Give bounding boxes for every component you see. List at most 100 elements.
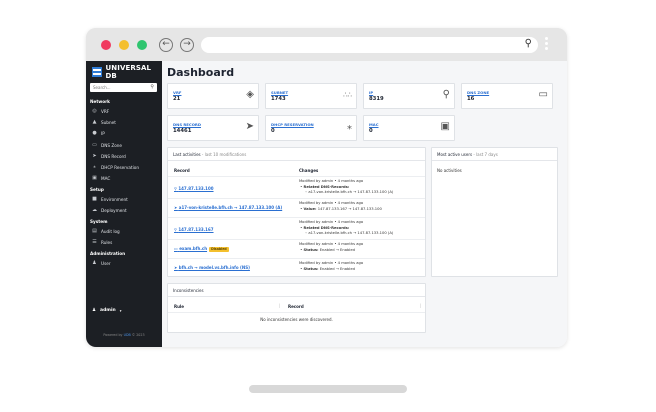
sidebar-item-label: User: [101, 260, 111, 266]
panel-subtitle: - last 7 days: [473, 152, 498, 157]
record-link[interactable]: ⚲ 147.87.133.167: [174, 227, 214, 232]
record-link[interactable]: ➤ a17-von-kristelle.bfh.ch → 147.87.133.…: [174, 205, 282, 210]
brand[interactable]: UNIVERSAL DB: [92, 64, 162, 80]
change-field: Related DNS-Records:: [303, 184, 350, 189]
stat-label[interactable]: DNS ZONE: [467, 90, 489, 95]
sidebar-item-audit-log[interactable]: ▤ Audit log: [92, 227, 120, 235]
table-row: ➤ a17-von-kristelle.bfh.ch → 147.87.133.…: [168, 198, 425, 217]
column-header-record[interactable]: Record: [288, 304, 304, 309]
network-icon: ▲: [92, 118, 97, 125]
stat-card-vrf[interactable]: VRF 21 ◈: [167, 83, 259, 109]
stat-label[interactable]: DHCP RESERVATION: [271, 122, 314, 127]
change-details: Modified by admin • 4 months ago • Value…: [299, 201, 382, 211]
column-header-changes[interactable]: Changes: [299, 168, 318, 173]
forward-arrow-icon[interactable]: →: [180, 38, 194, 52]
sidebar-footer: Powered by UDB © 2023: [86, 333, 162, 337]
stat-card-subnet[interactable]: SUBNET 1743 ∴∴: [265, 83, 357, 109]
sidebar-item-label: VRF: [101, 108, 110, 114]
footer-suffix: © 2023: [131, 333, 145, 337]
table-row: ⚲ 147.87.133.100 Modified by admin • 4 m…: [168, 176, 425, 198]
stat-label[interactable]: SUBNET: [271, 90, 288, 95]
sidebar-item-vrf[interactable]: ◎ VRF: [92, 107, 109, 115]
main-content: Dashboard VRF 21 ◈ SUBNET 1743 ∴∴ IP 831…: [162, 61, 567, 347]
user-menu[interactable]: ♟ admin ▾: [92, 308, 122, 313]
change-value: 147.87.133.167 → 147.87.133.100: [317, 206, 382, 211]
minimize-window-dot[interactable]: [119, 40, 129, 50]
kebab-menu-icon[interactable]: [545, 37, 549, 52]
box-icon: ■: [92, 195, 97, 202]
sidebar-item-label: Audit log: [101, 228, 120, 234]
panel-title: Most active users: [437, 152, 473, 157]
database-logo-icon: [92, 67, 102, 77]
close-window-dot[interactable]: [101, 40, 111, 50]
browser-toolbar: ← → ⚲: [86, 28, 567, 61]
record-link[interactable]: ⚲ 147.87.133.100: [174, 186, 214, 191]
sidebar-item-user[interactable]: ♟ User: [92, 259, 111, 267]
sidebar-item-ip[interactable]: ● IP: [92, 129, 104, 137]
column-header-record[interactable]: Record: [174, 168, 190, 173]
record-link[interactable]: ▭ exam.bfh.ch Disabled: [174, 246, 229, 252]
panel-title: Inconsistencies: [173, 288, 204, 293]
rules-icon: ☰: [92, 238, 97, 245]
sidebar-item-rules[interactable]: ☰ Rules: [92, 238, 112, 246]
stat-card-dns-record[interactable]: DNS RECORD 14461 ➤: [167, 115, 259, 141]
target-icon: ◎: [92, 107, 97, 114]
table-row: ▭ exam.bfh.ch Disabled Modified by admin …: [168, 239, 425, 258]
list-icon: ▤: [92, 227, 97, 234]
column-header-rule[interactable]: Rule: [174, 304, 184, 309]
record-link[interactable]: ➤ bfh.ch → model.vs.bfh.info (NS): [174, 265, 250, 270]
record-text: 147.87.133.167: [178, 227, 214, 232]
stat-card-dhcp-reservation[interactable]: DHCP RESERVATION 0 ⁎: [265, 115, 357, 141]
sidebar: UNIVERSAL DB Search... ⚲ Network ◎ VRF ▲ S…: [86, 61, 162, 347]
sidebar-item-deployment[interactable]: ☁ Deployment: [92, 206, 127, 214]
table-row: ⚲ 147.87.133.167 Modified by admin • 4 m…: [168, 217, 425, 239]
record-text: exam.bfh.ch: [179, 246, 208, 251]
sidebar-item-dns-record[interactable]: ➤ DNS Record: [92, 152, 125, 160]
stat-label[interactable]: IP: [369, 90, 373, 95]
record-text: a17-von-kristelle.bfh.ch → 147.87.133.10…: [178, 205, 283, 210]
page-title: Dashboard: [167, 66, 235, 79]
sidebar-item-label: Rules: [101, 239, 113, 245]
sidebar-item-subnet[interactable]: ▲ Subnet: [92, 118, 116, 126]
stat-card-dns-zone[interactable]: DNS ZONE 16 ▭: [461, 83, 553, 109]
stat-value: 16: [467, 96, 475, 102]
empty-message: No activities: [437, 168, 462, 173]
sidebar-item-dhcp-reservation[interactable]: ⁎ DHCP Reservation: [92, 163, 139, 171]
ip-icon: ⚲: [174, 227, 177, 232]
sidebar-search-input[interactable]: Search... ⚲: [90, 83, 157, 92]
scroll-indicator[interactable]: [249, 385, 407, 393]
footer-prefix: Powered by: [103, 333, 123, 337]
change-value: ◦ a17-von-kristelle.bfh.ch → 147.87.133.…: [305, 190, 394, 195]
address-bar[interactable]: ⚲: [201, 37, 538, 53]
sidebar-item-mac[interactable]: ▣ MAC: [92, 174, 110, 182]
stat-card-ip[interactable]: IP 8319 ⚲: [363, 83, 455, 109]
sidebar-item-dns-zone[interactable]: ▭ DNS Zone: [92, 141, 122, 149]
stat-card-mac[interactable]: MAC 0 ▣: [363, 115, 455, 141]
user-name: admin: [100, 308, 116, 313]
sidebar-item-environment[interactable]: ■ Environment: [92, 195, 128, 203]
stat-value: 1743: [271, 96, 286, 102]
folder-icon: ▭: [92, 141, 97, 148]
search-icon: ⚲: [150, 84, 154, 90]
folder-icon: ▭: [538, 89, 548, 100]
footer-link[interactable]: UDB: [124, 333, 131, 337]
stat-label[interactable]: VRF: [173, 90, 181, 95]
search-icon: ⚲: [524, 38, 532, 49]
sidebar-item-label: Deployment: [101, 207, 127, 213]
change-field: Related DNS-Records:: [303, 225, 350, 230]
maximize-window-dot[interactable]: [137, 40, 147, 50]
sign-icon: ➤: [245, 121, 254, 132]
chip-icon: ▣: [440, 121, 450, 132]
stat-value: 0: [369, 128, 373, 134]
panel-header: Most active users - last 7 days: [432, 148, 557, 161]
change-details: Modified by admin • 4 months ago • Statu…: [299, 261, 364, 271]
panel-header: Last activities - last 10 modifications: [168, 148, 425, 161]
table-row: No inconsistencies were discovered.: [168, 312, 425, 326]
section-setup: Setup: [90, 187, 104, 192]
pin-icon: ●: [92, 129, 97, 136]
stat-label[interactable]: MAC: [369, 122, 379, 127]
stat-label[interactable]: DNS RECORD: [173, 122, 201, 127]
section-network: Network: [90, 99, 110, 104]
section-system: System: [90, 219, 108, 224]
back-arrow-icon[interactable]: ←: [159, 38, 173, 52]
